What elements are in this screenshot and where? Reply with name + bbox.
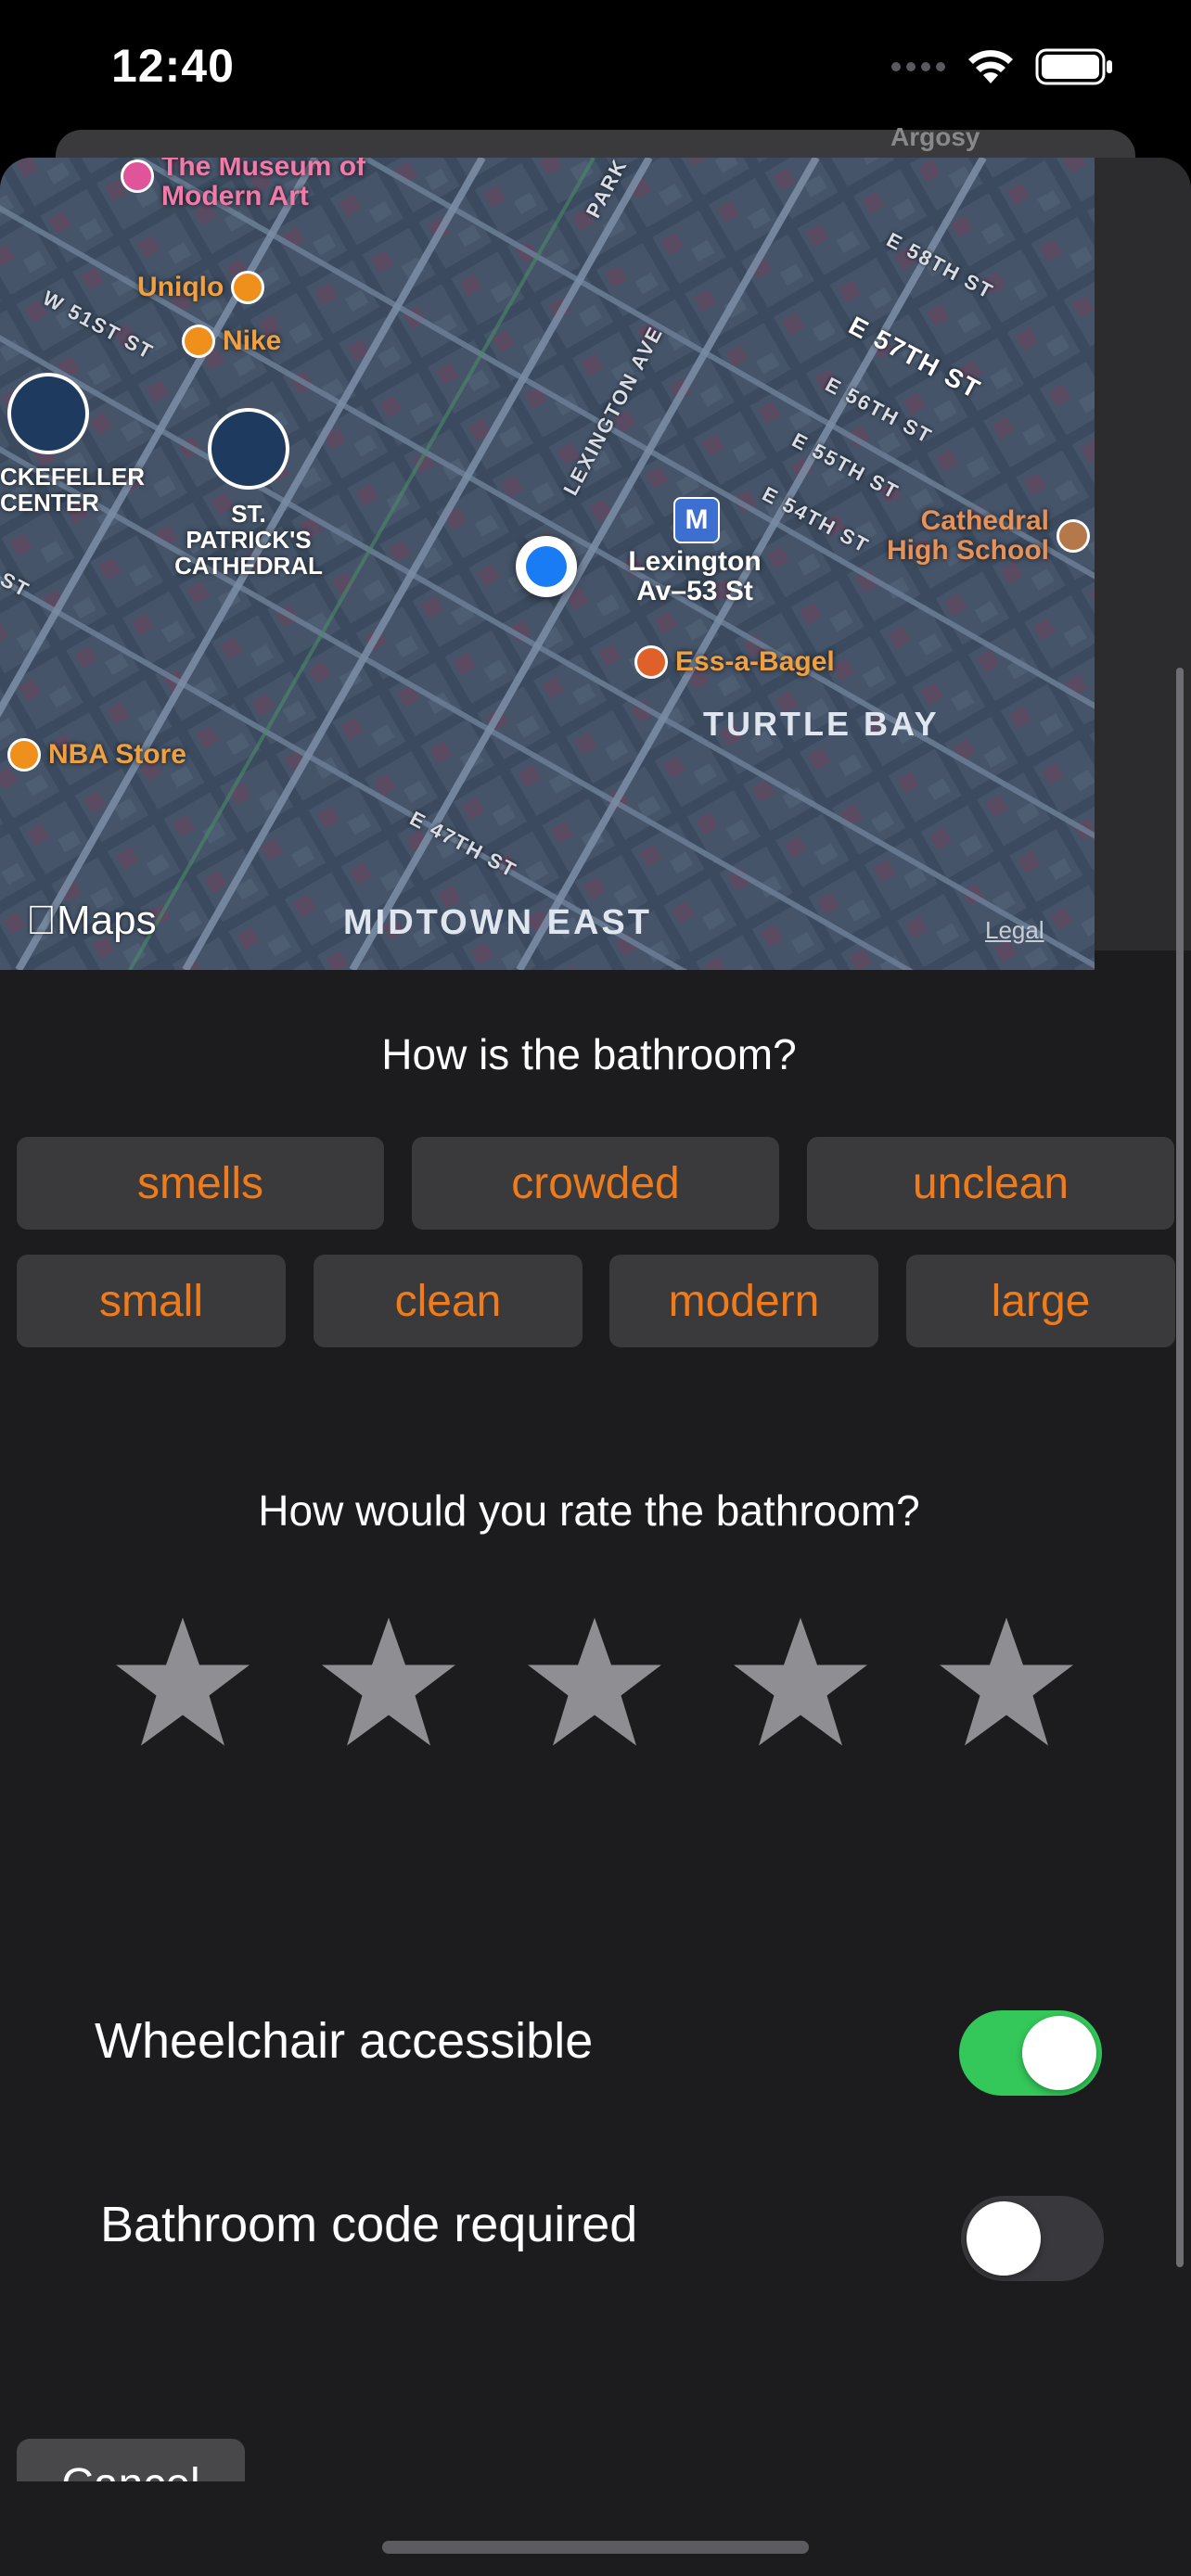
cathedral-school-poi[interactable]: Cathedral High School [887, 506, 1090, 566]
star-5-icon[interactable] [937, 1613, 1076, 1753]
st-patricks-label: ST. PATRICK'S CATHEDRAL [174, 501, 323, 579]
cathedral-school-line2: High School [887, 535, 1049, 566]
museum-poi[interactable]: The Museum of Modern Art [121, 158, 365, 211]
rating-question: How would you rate the bathroom? [258, 1486, 920, 1535]
rockefeller-landmark-icon[interactable] [7, 373, 89, 454]
wheelchair-label: Wheelchair accessible [95, 2013, 594, 2069]
maps-brand-label: Maps [26, 898, 157, 943]
home-indicator[interactable] [382, 2541, 809, 2554]
status-icons [890, 48, 1115, 85]
apple-maps-logo: Maps [26, 898, 157, 944]
screen: 12:40 Argosy The Museum of Modern Art Un… [0, 0, 1191, 2576]
map-top-partial-label: Argosy [890, 122, 980, 151]
tag-smells[interactable]: smells [17, 1137, 384, 1230]
nike-label: Nike [223, 325, 282, 356]
star-2-icon[interactable] [319, 1613, 458, 1753]
tag-unclean[interactable]: unclean [807, 1137, 1174, 1230]
nba-store-poi[interactable]: NBA Store [7, 738, 186, 772]
tag-clean[interactable]: clean [314, 1255, 583, 1347]
shirt-icon [231, 271, 265, 304]
st-patricks-line1: ST. [231, 500, 266, 528]
rockefeller-line2: CENTER [0, 489, 99, 516]
museum-icon [121, 159, 154, 193]
tag-modern[interactable]: modern [609, 1255, 878, 1347]
wifi-icon [968, 50, 1013, 83]
map-view[interactable]: The Museum of Modern Art Uniqlo Nike CKE… [0, 158, 1095, 970]
lexington-station-label: Lexington Av–53 St [616, 547, 774, 606]
museum-label-line1: The Museum of [161, 158, 366, 182]
school-icon [1057, 519, 1090, 553]
scroll-indicator[interactable] [1176, 668, 1184, 2267]
bottom-safe-area [0, 2481, 1191, 2576]
cellular-icon [891, 62, 945, 71]
star-3-icon[interactable] [525, 1613, 664, 1753]
nike-poi[interactable]: Nike [182, 325, 281, 358]
st-patricks-line2: PATRICK'S [186, 526, 312, 554]
code-required-toggle-knob [967, 2201, 1041, 2276]
turtle-bay-label: TURTLE BAY [703, 705, 940, 743]
legal-link[interactable]: Legal [985, 916, 1044, 945]
rockefeller-line1: CKEFELLER [0, 463, 145, 491]
tag-crowded[interactable]: crowded [412, 1137, 779, 1230]
battery-icon [1035, 48, 1112, 85]
coffee-icon [634, 645, 668, 679]
tag-large[interactable]: large [906, 1255, 1175, 1347]
ess-a-bagel-label: Ess-a-Bagel [675, 646, 835, 677]
wheelchair-toggle-knob [1022, 2016, 1096, 2090]
bag-icon [7, 738, 41, 772]
review-sheet: The Museum of Modern Art Uniqlo Nike CKE… [0, 158, 1191, 2576]
apple-logo-icon:  [26, 898, 57, 943]
uniqlo-poi[interactable]: Uniqlo [137, 271, 265, 304]
cathedral-school-line1: Cathedral [920, 505, 1049, 536]
nba-store-label: NBA Store [48, 739, 186, 770]
midtown-east-label: MIDTOWN EAST [343, 903, 652, 942]
st-patricks-line3: CATHEDRAL [174, 552, 323, 580]
feedback-question: How is the bathroom? [381, 1030, 797, 1078]
star-1-icon[interactable] [113, 1613, 252, 1753]
user-location-dot[interactable] [516, 536, 577, 597]
rockefeller-label: CKEFELLER CENTER [0, 464, 145, 516]
lexington-station-line2: Av–53 St [636, 576, 753, 606]
code-required-label: Bathroom code required [100, 2197, 638, 2252]
code-required-toggle[interactable] [961, 2196, 1104, 2281]
uniqlo-label: Uniqlo [137, 272, 224, 302]
lexington-station-line1: Lexington [628, 546, 762, 577]
bag-icon [182, 325, 215, 358]
st-patricks-landmark-icon[interactable] [208, 408, 289, 490]
star-4-icon[interactable] [731, 1613, 870, 1753]
status-time: 12:40 [111, 40, 235, 92]
wheelchair-toggle[interactable] [959, 2010, 1102, 2096]
ess-a-bagel-poi[interactable]: Ess-a-Bagel [634, 645, 835, 679]
tag-small[interactable]: small [17, 1255, 286, 1347]
museum-label-line2: Modern Art [161, 181, 309, 211]
metro-icon[interactable]: M [673, 497, 720, 543]
